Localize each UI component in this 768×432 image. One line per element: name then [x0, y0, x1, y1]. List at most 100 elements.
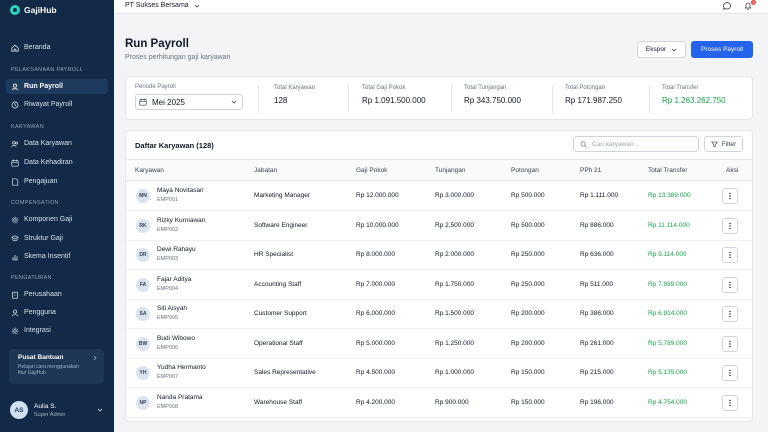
export-label: Ekspor	[645, 46, 667, 53]
employee-name: Siti Aisyah	[157, 305, 187, 312]
sidebar-item-data-karyawan[interactable]: Data Karyawan	[6, 136, 108, 151]
sidebar-item-pengguna[interactable]: Pengguna	[6, 305, 108, 320]
sidebar-item-komponen-gaji[interactable]: Komponen Gaji	[6, 212, 108, 227]
cell-total-transfer: Rp 13.389.000	[648, 192, 691, 199]
user-role: Super Admin	[34, 411, 66, 418]
cell-gaji-pokok: Rp 7.000.000	[356, 280, 396, 288]
row-actions-button[interactable]	[722, 217, 738, 234]
user-menu[interactable]: AS Aulia S. Super Admin	[10, 399, 106, 421]
employee-table-card: Daftar Karyawan (128) Cari karyawan... F…	[125, 130, 753, 422]
column-header-tunjangan[interactable]: Tunjangan	[435, 167, 465, 174]
home-icon	[11, 44, 19, 52]
row-actions-button[interactable]	[722, 335, 738, 352]
employee-id: EMP005	[157, 315, 179, 321]
row-actions-button[interactable]	[722, 276, 738, 293]
column-header-gaji-pokok[interactable]: Gaji Pokok	[356, 167, 387, 174]
row-actions-button[interactable]	[722, 306, 738, 322]
cell-jabatan: Operational Staff	[254, 339, 303, 347]
employee-avatar: MN	[136, 189, 150, 203]
column-header-total-transfer[interactable]: Total Transfer	[648, 167, 687, 174]
cell-pph21: Rp 215.000	[580, 369, 614, 376]
calendar-icon	[139, 98, 147, 106]
table-row[interactable]: DR Dewi Rahayu EMP003 HR Specialist Rp 8.000…	[126, 240, 752, 270]
sidebar-item-label: Komponen Gaji	[24, 216, 73, 223]
sidebar-item-skema-insentif[interactable]: Skema Insentif	[6, 249, 108, 264]
sidebar-item-label: Data Kehadiran	[24, 159, 73, 166]
row-actions-button[interactable]	[722, 365, 738, 381]
employee-id: EMP002	[157, 226, 179, 233]
search-placeholder: Cari karyawan...	[592, 140, 639, 148]
sidebar-item-run-payroll[interactable]: Run Payroll	[6, 79, 108, 94]
cell-total-transfer: Rp 9.114.000	[648, 251, 687, 258]
column-header-jabatan[interactable]: Jabatan	[254, 167, 277, 174]
more-vertical-icon	[729, 369, 731, 377]
cell-total-transfer: Rp 6.914.000	[648, 310, 688, 317]
employee-id: EMP001	[157, 197, 179, 203]
stat-total-potongan: Total Potongan Rp 171.987.250	[565, 85, 622, 105]
brand[interactable]: GajiHub	[10, 3, 57, 17]
column-header-potongan[interactable]: Potongan	[511, 167, 539, 174]
divider	[552, 85, 553, 113]
sidebar-item-pengajuan[interactable]: Pengajuan	[6, 174, 108, 189]
page-subtitle: Proses perhitungan gaji karyawan	[125, 54, 231, 61]
table-row[interactable]: NP Nanda Pratama EMP008 Warehouse Staff Rp 4…	[126, 388, 752, 418]
cell-potongan: Rp 250.000	[511, 251, 545, 258]
cell-total-transfer: Rp 4.754.000	[648, 398, 688, 406]
table-row[interactable]: YH Yudha Hermanto EMP007 Sales Representati…	[126, 358, 752, 388]
period-select[interactable]: Mei 2025	[135, 94, 243, 110]
cell-potongan: Rp 200.000	[511, 339, 545, 347]
cell-total-transfer: Rp 5.135.000	[648, 369, 688, 376]
sidebar-item-riwayat-payroll[interactable]: Riwayat Payroll	[6, 97, 108, 112]
sidebar-item-integrasi[interactable]: Integrasi	[6, 323, 108, 338]
table-row[interactable]: MN Maya Novitasari EMP001 Marketing Manager…	[126, 181, 752, 211]
avatar: AS	[10, 401, 28, 419]
cell-potongan: Rp 500.000	[511, 192, 545, 199]
export-button[interactable]: Ekspor	[637, 41, 686, 58]
row-actions-button[interactable]	[722, 247, 738, 263]
cell-tunjangan: Rp 3.000.000	[435, 192, 475, 199]
cell-pph21: Rp 261.000	[580, 339, 614, 347]
table-header: Karyawan Jabatan Gaji Pokok Tunjangan Po…	[126, 159, 752, 181]
employee-id: EMP007	[157, 374, 179, 380]
sidebar-item-label: Integrasi	[24, 327, 51, 334]
cell-total-transfer: Rp 11.114.000	[648, 221, 690, 229]
table-row[interactable]: RK Rizky Kurniawan EMP002 Software Engineer…	[126, 211, 752, 241]
file-icon	[11, 177, 19, 186]
help-title: Pusat Bantuan	[18, 354, 64, 361]
divider	[258, 85, 259, 113]
more-vertical-icon	[729, 340, 731, 347]
table-row[interactable]: FA Fajar Aditya EMP004 Accounting Staff Rp 7…	[126, 270, 752, 300]
sidebar-item-data-kehadiran[interactable]: Data Kehadiran	[6, 155, 108, 170]
sidebar-item-beranda[interactable]: Beranda	[6, 40, 108, 55]
user-name: Aulia S.	[34, 402, 57, 410]
search-input[interactable]: Cari karyawan...	[573, 136, 699, 152]
divider	[649, 85, 650, 113]
company-name: PT Sukses Bersama	[125, 2, 189, 9]
table-row[interactable]: SA Siti Aisyah EMP005 Customer Support Rp 6.…	[126, 299, 752, 329]
employee-avatar: SA	[136, 307, 150, 321]
help-center-card[interactable]: Pusat Bantuan Pelajari cara menggunakan …	[9, 349, 104, 384]
gear-icon	[11, 327, 19, 335]
cell-gaji-pokok: Rp 4.200.000	[356, 398, 396, 406]
more-vertical-icon	[729, 281, 731, 288]
employee-avatar: DR	[136, 248, 150, 262]
sidebar-item-struktur-gaji[interactable]: Struktur Gaji	[6, 231, 108, 246]
sidebar: GajiHub Beranda PELAKSANAAN PAYROLL Run …	[0, 0, 114, 432]
sidebar-section-title: PENGATURAN	[11, 275, 52, 281]
chat-icon[interactable]	[722, 1, 732, 11]
employee-avatar: RK	[136, 218, 150, 233]
cell-pph21: Rp 196.000	[580, 398, 614, 406]
building-icon	[11, 291, 19, 299]
sidebar-item-perusahaan[interactable]: Perusahaan	[6, 287, 108, 302]
column-header-karyawan[interactable]: Karyawan	[135, 167, 164, 174]
table-row[interactable]: BW Budi Wibowo EMP006 Operational Staff Rp 5…	[126, 329, 752, 359]
company-switcher[interactable]: PT Sukses Bersama	[125, 2, 200, 9]
column-header-pph21[interactable]: PPh 21	[580, 167, 601, 174]
user-icon	[11, 83, 19, 91]
filter-button[interactable]: Filter	[704, 136, 743, 152]
process-payroll-button[interactable]: Proses Payroll	[691, 41, 753, 58]
row-actions-button[interactable]	[722, 188, 738, 204]
row-actions-button[interactable]	[722, 394, 738, 411]
sidebar-item-label: Skema Insentif	[24, 253, 71, 260]
divider	[451, 85, 452, 113]
